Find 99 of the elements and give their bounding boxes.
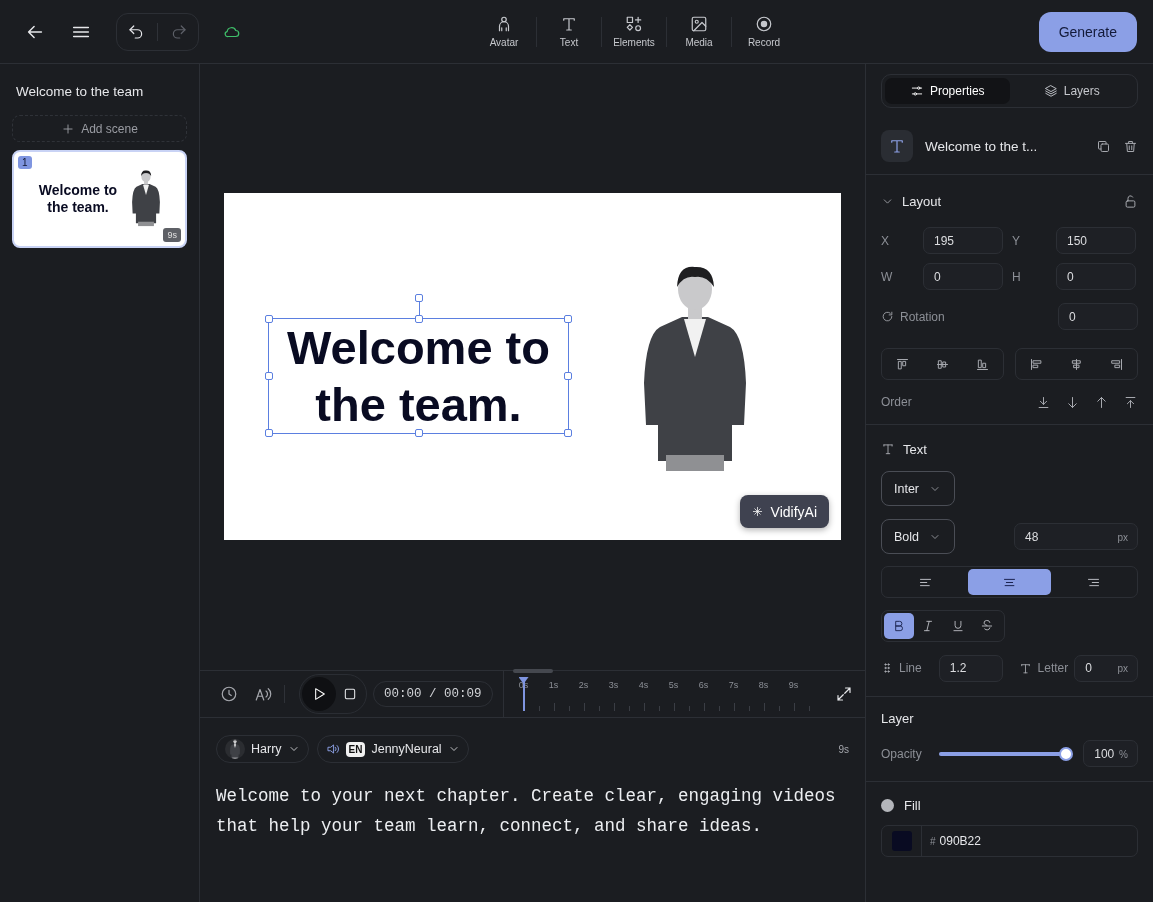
hash-symbol: # — [930, 835, 936, 847]
panel-tab[interactable]: Properties — [885, 78, 1010, 104]
field-label: W — [881, 269, 894, 284]
tick-label: 8s — [758, 680, 769, 690]
person-silhouette — [228, 739, 242, 759]
align-right-icon[interactable] — [1109, 356, 1125, 372]
undo-icon[interactable] — [127, 22, 145, 41]
section-title: Text — [903, 441, 927, 457]
voice-name: JennyNeural — [371, 742, 442, 756]
generate-button[interactable]: Generate — [1038, 11, 1137, 52]
field-label: Line — [899, 661, 923, 675]
project-title: Welcome to the team — [16, 84, 145, 99]
shapes-icon — [625, 15, 643, 33]
scene-duration: 9s — [163, 228, 181, 242]
align-top-icon[interactable] — [894, 356, 910, 372]
element-name: Welcome to the t... — [925, 138, 1039, 154]
unit-label: % — [1119, 748, 1128, 759]
scene-card[interactable]: 1 Welcome to the team. 9s — [12, 150, 187, 248]
plus-icon — [61, 121, 76, 136]
expand-icon[interactable] — [835, 685, 853, 703]
field-label: Y — [1011, 233, 1021, 248]
field-label: Rotation — [900, 309, 945, 324]
resize-handle[interactable] — [513, 669, 553, 673]
toolbar-tool-button[interactable]: Avatar — [472, 15, 536, 48]
field-label: Order — [881, 395, 912, 409]
speaker-icon — [325, 742, 340, 756]
number-field[interactable]: 150 — [1056, 227, 1136, 254]
line-height-icon — [881, 662, 893, 674]
clock-icon[interactable] — [220, 685, 238, 703]
image-icon — [690, 15, 708, 33]
rotate-icon — [881, 310, 894, 323]
unit-label: px — [1117, 662, 1128, 674]
tick-label: 9s — [788, 680, 799, 690]
copy-icon[interactable] — [1096, 138, 1111, 154]
tick-label: 1s — [548, 680, 559, 690]
scene-number: 1 — [18, 156, 32, 169]
toolbar-tool-button[interactable]: Text — [537, 15, 601, 48]
field-label: H — [1011, 269, 1022, 284]
add-scene-button[interactable]: Add scene — [12, 115, 187, 142]
align-center-icon[interactable] — [1069, 356, 1084, 372]
letter-spacing-icon — [1018, 661, 1032, 675]
strike-icon — [980, 619, 995, 633]
panel-tab[interactable]: Layers — [1009, 78, 1134, 104]
tick-label: 3s — [608, 680, 619, 690]
record-icon — [755, 15, 773, 33]
number-field[interactable]: 0 — [1056, 263, 1136, 290]
section-title: Layer — [881, 710, 915, 726]
sparkle-icon — [751, 506, 763, 517]
tick-label: 4s — [638, 680, 649, 690]
font-dropdown[interactable]: Inter — [881, 471, 955, 506]
tick-label: 5s — [668, 680, 679, 690]
arrow-down-icon[interactable] — [1065, 394, 1080, 410]
layers-icon — [1043, 84, 1058, 98]
script-duration: 9s — [838, 743, 849, 755]
unlock-icon[interactable] — [1123, 193, 1138, 209]
language-tag: EN — [345, 741, 366, 757]
script-text[interactable]: Welcome to your next chapter. Create clear, engaging videos that help your team learn, connect, and share ideas. — [216, 781, 849, 841]
text-icon — [881, 442, 895, 456]
number-field[interactable]: 195 — [923, 227, 1003, 254]
hex-value: 090B22 — [939, 834, 981, 848]
unit-label: px — [1117, 531, 1128, 542]
redo-icon[interactable] — [170, 22, 188, 41]
badge-label: VidifyAi — [770, 503, 817, 520]
align-left-icon[interactable] — [1028, 356, 1044, 372]
arrow-up-icon[interactable] — [1094, 394, 1109, 410]
field-label: Letter — [1037, 661, 1069, 675]
toolbar-tool-button[interactable]: Media — [667, 15, 731, 48]
underline-icon — [950, 619, 965, 633]
sliders-icon — [909, 84, 924, 98]
scene-thumbnail-text: Welcome to the team. — [37, 182, 119, 216]
field-label: Opacity — [881, 746, 922, 761]
text-style-button[interactable] — [884, 613, 914, 639]
tick-label: 2s — [578, 680, 589, 690]
tick-label: 6s — [698, 680, 709, 690]
section-title: Layout — [902, 193, 942, 209]
stop-icon[interactable] — [342, 686, 358, 702]
selection-box[interactable] — [264, 294, 573, 438]
person-silhouette — [131, 168, 161, 227]
fill-toggle[interactable] — [881, 799, 894, 812]
toolbar-tool-button[interactable]: Record — [732, 15, 796, 48]
play-button[interactable] — [302, 677, 336, 711]
send-to-back-icon[interactable] — [1036, 394, 1051, 410]
toolbar-tool-button[interactable]: Elements — [602, 15, 666, 48]
color-field[interactable]: # 090B22 — [881, 825, 1138, 857]
weight-dropdown[interactable]: Bold — [881, 519, 955, 554]
align-bottom-icon[interactable] — [975, 356, 991, 372]
field-label: X — [881, 233, 890, 248]
tick-label: 7s — [728, 680, 739, 690]
number-field[interactable]: 0 — [923, 263, 1003, 290]
text-align-button[interactable] — [967, 569, 1052, 595]
bring-to-front-icon[interactable] — [1123, 394, 1138, 410]
voice-icon[interactable] — [254, 685, 272, 703]
text-element-icon — [881, 130, 913, 162]
text-icon — [560, 15, 578, 33]
line-height-field[interactable]: 1.2 — [938, 654, 1003, 682]
rotation-field[interactable]: 0 — [1058, 303, 1138, 330]
canvas-heading[interactable]: Welcome to the team. — [268, 318, 569, 434]
section-title: Fill — [904, 798, 921, 813]
trash-icon[interactable] — [1123, 138, 1138, 154]
